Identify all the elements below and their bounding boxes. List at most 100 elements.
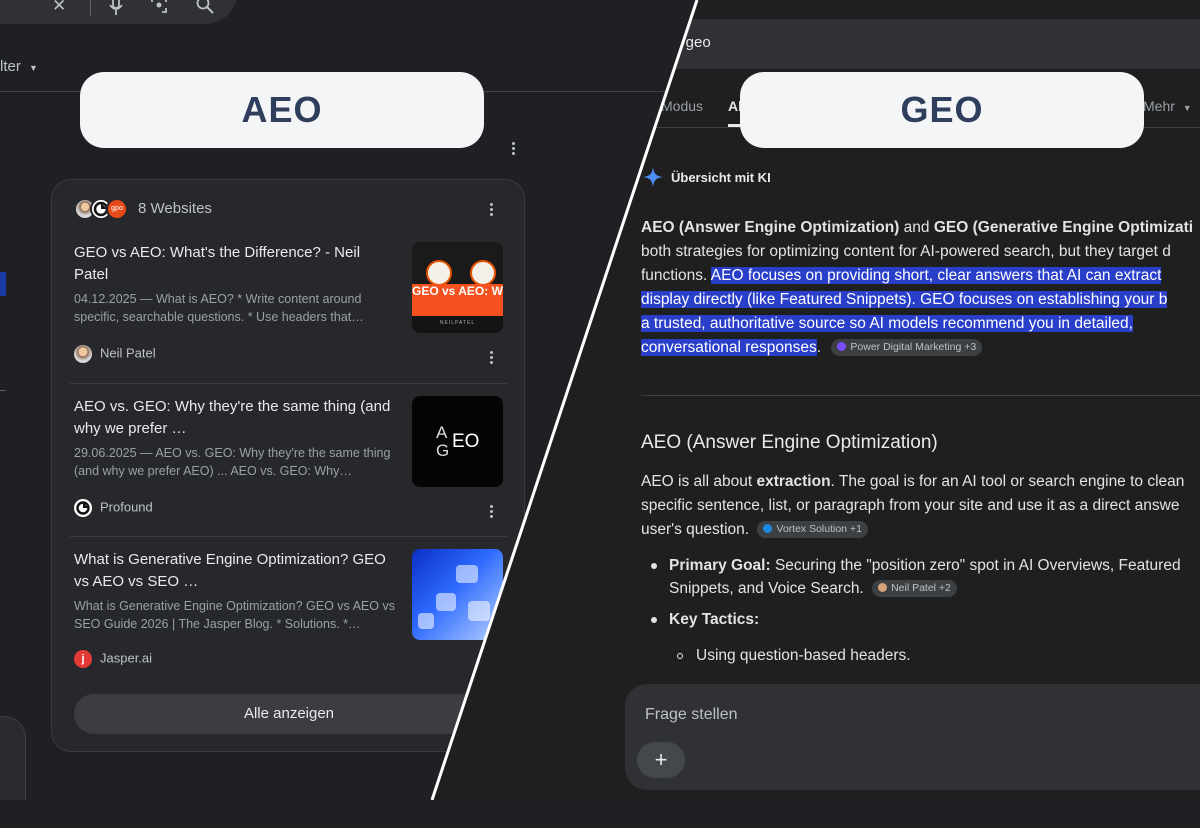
ai-sparkle-icon: [642, 166, 664, 193]
citation-label: Power Digital Marketing +3: [850, 341, 977, 354]
more-options-icon[interactable]: [485, 199, 499, 219]
puzzle-piece-icon: [436, 593, 456, 611]
neil-patel-avatar-icon: [878, 583, 888, 593]
text-span: . The goal is for an AI tool or search e…: [830, 473, 1185, 490]
neil-patel-avatar-icon: [74, 345, 92, 363]
result-thumbnail[interactable]: GEO vs AEO: What's the Difference NEILPA…: [412, 242, 503, 333]
text-span: .: [816, 339, 822, 356]
thumbnail-text: GEO vs AEO: What's the Difference: [412, 284, 503, 316]
side-divider: [0, 390, 6, 391]
text-span: functions.: [641, 267, 711, 284]
highlighted-text: conversational responses: [641, 339, 817, 356]
result-source[interactable]: j Jasper.ai: [74, 650, 152, 668]
result-source[interactable]: Profound: [74, 499, 153, 517]
thumbnail-letter: A: [436, 423, 448, 442]
citation-chip[interactable]: Power Digital Marketing +3: [831, 339, 983, 357]
aeo-label: AEO: [80, 72, 484, 148]
text-span: user's question.: [641, 521, 750, 538]
source-result[interactable]: AEO vs. GEO: Why they're the same thing …: [74, 396, 504, 526]
bullet-icon: [651, 617, 657, 623]
search-bar-divider: [90, 0, 91, 16]
result-title[interactable]: What is Generative Engine Optimization? …: [74, 549, 392, 593]
result-divider: [70, 536, 508, 537]
search-bar[interactable]: ✕: [0, 0, 238, 24]
ai-overview-line: functions. AEO focuses on providing shor…: [641, 264, 1200, 288]
sources-count: 8 Websites: [138, 200, 212, 217]
source-favicon-icon: [763, 524, 773, 534]
text-span: AEO is all about: [641, 473, 757, 490]
tab-more-label: Mehr: [1143, 98, 1175, 114]
result-thumbnail[interactable]: A G EO: [412, 396, 503, 487]
ai-overview-line: conversational responses. Power Digital …: [641, 336, 1200, 360]
bullet-line: Key Tactics:: [669, 608, 1200, 632]
jasper-logo-icon: gpo: [106, 198, 128, 220]
source-name: Jasper.ai: [100, 650, 153, 666]
citation-chip[interactable]: Vortex Solution +1: [757, 521, 868, 539]
ask-question-box[interactable]: Frage stellen +: [625, 684, 1200, 790]
sub-bullet-icon: [677, 653, 683, 659]
section-line: AEO is all about extraction. The goal is…: [641, 470, 1200, 494]
sources-card: gpo 8 Websites GEO vs AEO: What's the Di…: [51, 179, 525, 752]
source-favicon-icon: [837, 342, 847, 352]
avatar-icon: [470, 260, 496, 286]
source-result[interactable]: GEO vs AEO: What's the Difference? - Nei…: [74, 242, 504, 372]
thumbnail-letter: G: [436, 441, 450, 460]
highlighted-text: a trusted, authoritative source so AI mo…: [641, 315, 1133, 332]
clear-icon[interactable]: ✕: [52, 0, 66, 16]
ai-overview-line: both strategies for optimizing content f…: [641, 243, 1171, 260]
section-line: specific sentence, list, or paragraph fr…: [641, 497, 1180, 514]
puzzle-piece-icon: [418, 613, 434, 629]
section-divider: [641, 395, 1200, 396]
result-title[interactable]: GEO vs AEO: What's the Difference? - Nei…: [74, 242, 392, 286]
result-source[interactable]: Neil Patel: [74, 345, 156, 363]
chevron-down-icon: ▼: [29, 63, 38, 73]
show-all-button[interactable]: Alle anzeigen: [74, 694, 504, 734]
ai-overview-line: display directly (like Featured Snippets…: [641, 288, 1200, 312]
bold-term: Primary Goal:: [669, 557, 771, 574]
tab-modus[interactable]: Modus: [661, 98, 703, 114]
section-line: user's question. Vortex Solution +1: [641, 518, 1200, 542]
ai-overview-line: a trusted, authoritative source so AI mo…: [641, 312, 1200, 336]
citation-label: Vortex Solution +1: [776, 523, 862, 536]
highlighted-text: display directly (like Featured Snippets…: [641, 291, 1168, 308]
ask-question-input[interactable]: Frage stellen: [645, 706, 738, 724]
text-span: Securing the "position zero" spot in AI …: [770, 557, 1181, 574]
result-snippet: 29.06.2025 — AEO vs. GEO: Why they're th…: [74, 446, 391, 478]
puzzle-piece-icon: [468, 601, 490, 621]
source-result[interactable]: What is Generative Engine Optimization? …: [74, 549, 504, 679]
tab-more[interactable]: Mehr ▼: [1143, 98, 1192, 114]
result-thumbnail[interactable]: [412, 549, 503, 640]
side-highlight: [0, 272, 6, 296]
bold-term: Key Tactics:: [669, 611, 760, 628]
highlighted-text: AEO focuses on providing short, clear an…: [710, 267, 1162, 284]
profound-logo-icon: [74, 499, 92, 517]
text-span: Snippets, and Voice Search.: [669, 580, 864, 597]
bold-term: AEO (Answer Engine Optimization): [641, 219, 900, 236]
source-name: Profound: [100, 499, 153, 515]
result-title[interactable]: AEO vs. GEO: Why they're the same thing …: [74, 396, 392, 440]
citation-label: Neil Patel +2: [891, 582, 951, 595]
more-options-icon[interactable]: [485, 347, 499, 367]
microphone-icon[interactable]: [108, 0, 124, 21]
avatar-icon: [426, 260, 452, 286]
ai-overview-title: Übersicht mit KI: [671, 170, 771, 185]
sub-bullet-line: Using question-based headers.: [696, 647, 911, 664]
text-span: and: [899, 219, 934, 236]
add-button[interactable]: +: [637, 742, 685, 778]
bullet-line: Snippets, and Voice Search. Neil Patel +…: [669, 577, 1200, 601]
more-options-icon[interactable]: [485, 501, 499, 521]
chevron-down-icon: ▼: [1182, 103, 1192, 113]
filter-dropdown[interactable]: lter ▼: [0, 58, 38, 75]
result-snippet: 04.12.2025 — What is AEO? * Write conten…: [74, 292, 364, 324]
bullet-line: Primary Goal: Securing the "position zer…: [669, 554, 1200, 578]
citation-chip[interactable]: Neil Patel +2: [872, 580, 957, 598]
side-panel-edge: [0, 716, 26, 800]
search-bar[interactable]: s geo: [600, 19, 1200, 69]
source-name: Neil Patel: [100, 345, 156, 361]
more-options-icon[interactable]: [507, 138, 521, 158]
geo-label: GEO: [740, 72, 1144, 148]
bullet-icon: [651, 563, 657, 569]
search-icon[interactable]: [196, 0, 214, 19]
lens-icon[interactable]: [150, 0, 168, 19]
ai-overview-line: AEO (Answer Engine Optimization) and GEO…: [641, 216, 1200, 240]
